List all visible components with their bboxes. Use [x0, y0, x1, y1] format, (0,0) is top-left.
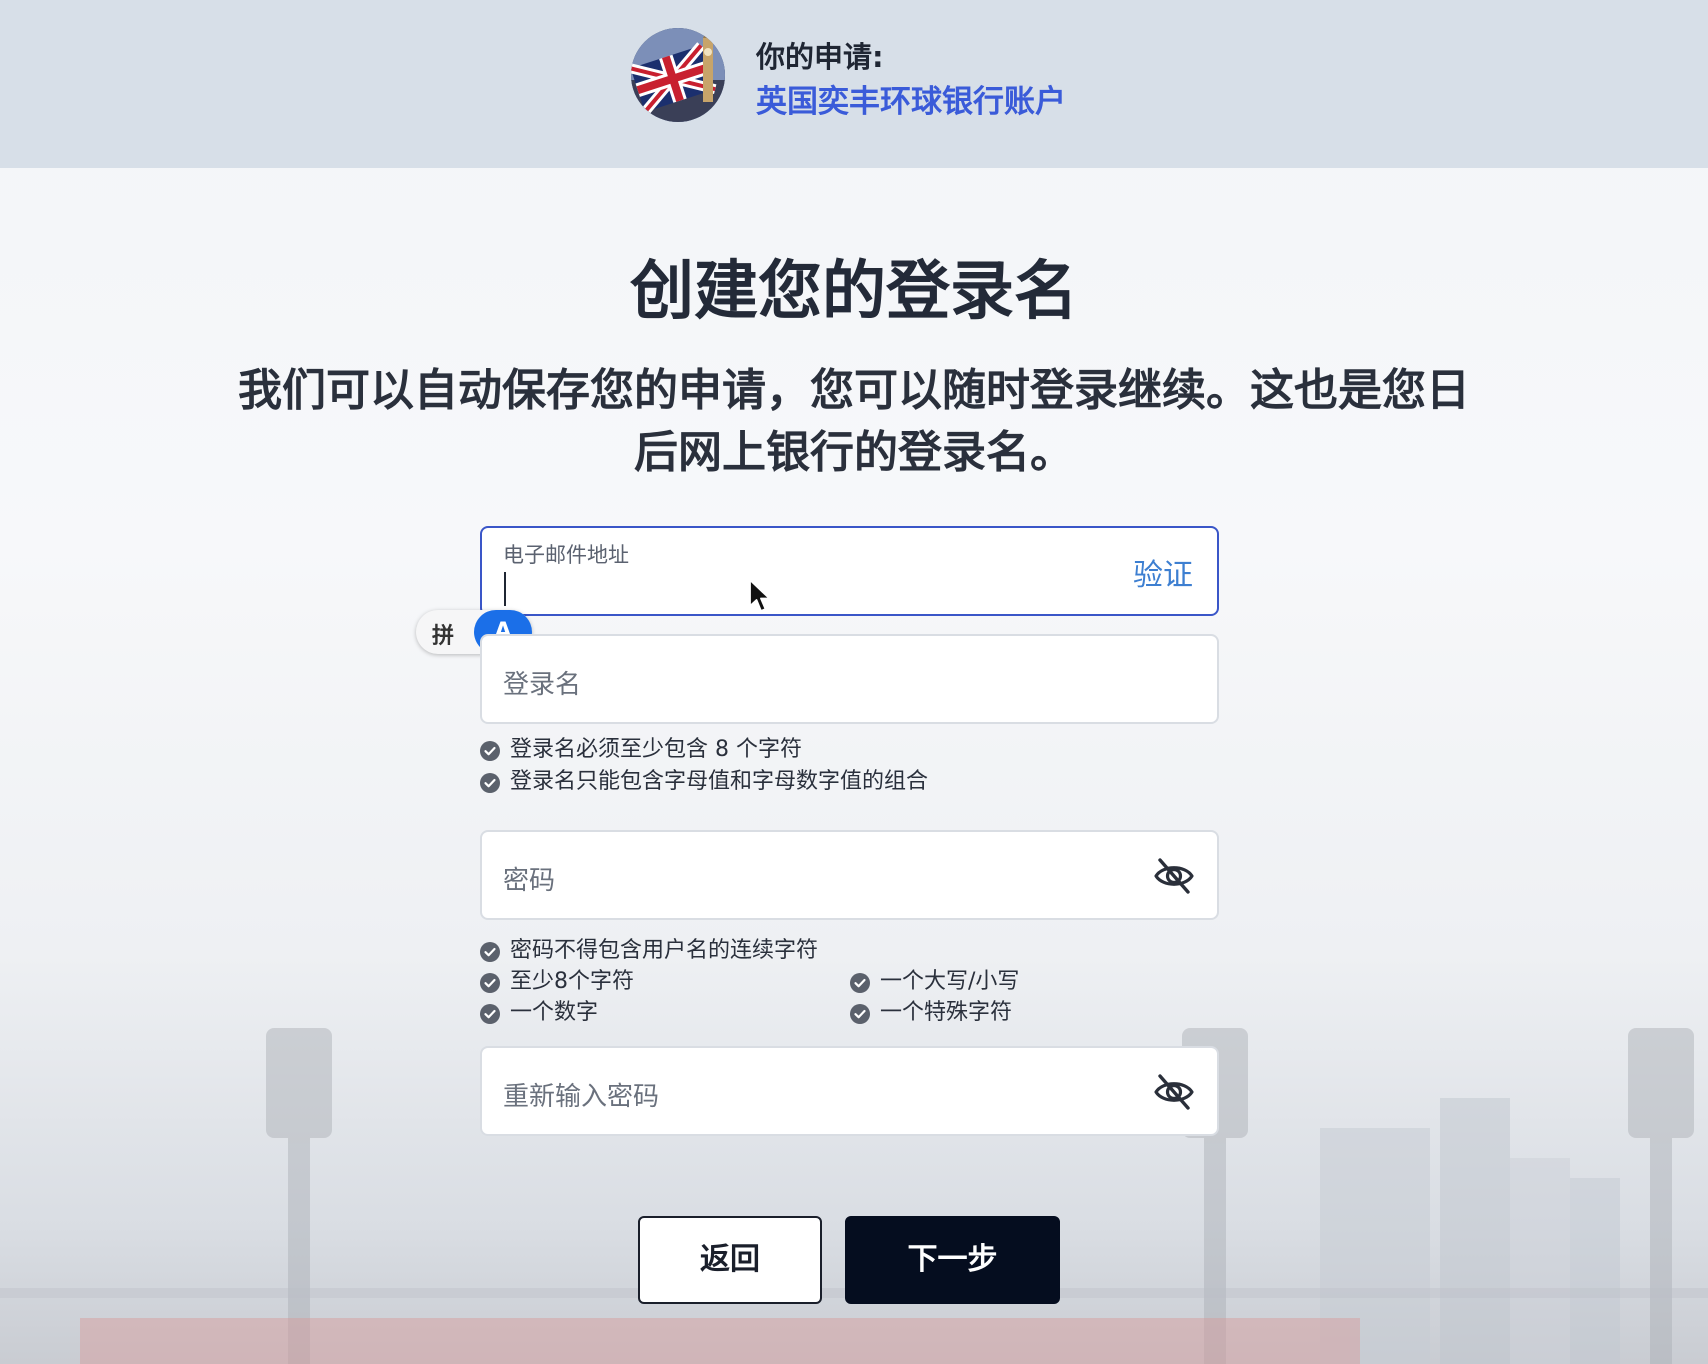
ime-pinyin-label: 拼 [432, 624, 455, 649]
product-name: 英国奕丰环球银行账户 [756, 84, 1066, 120]
password-field[interactable]: 密码 [480, 830, 1219, 920]
check-circle-icon [480, 942, 500, 962]
password-rule-digit: 一个数字 [480, 999, 598, 1027]
rule-text: 一个特殊字符 [880, 1000, 1013, 1025]
rule-text: 登录名必须至少包含 8 个字符 [510, 737, 802, 762]
application-header: 你的申请: 英国奕丰环球银行账户 [0, 0, 1708, 168]
rule-text: 一个数字 [510, 1000, 599, 1025]
verify-link[interactable]: 验证 [1133, 550, 1193, 594]
next-button[interactable]: 下一步 [845, 1216, 1060, 1304]
check-circle-icon [480, 741, 500, 761]
password-rule-min-length: 至少8个字符 [480, 968, 634, 996]
check-circle-icon [850, 1004, 870, 1024]
rule-text: 密码不得包含用户名的连续字符 [510, 938, 819, 963]
eye-slash-icon[interactable] [1153, 1072, 1195, 1112]
login-rule-min-length: 登录名必须至少包含 8 个字符 [480, 736, 802, 764]
confirm-password-field[interactable]: 重新输入密码 [480, 1046, 1219, 1136]
rule-text: 至少8个字符 [510, 969, 634, 994]
password-rule-special-char: 一个特殊字符 [850, 999, 1012, 1027]
back-button[interactable]: 返回 [638, 1216, 822, 1304]
check-circle-icon [480, 973, 500, 993]
check-circle-icon [480, 773, 500, 793]
mouse-pointer-icon [749, 579, 771, 612]
text-caret [504, 572, 506, 606]
page-title: 创建您的登录名 [630, 255, 1078, 329]
subtitle-line-1: 我们可以自动保存您的申请，您可以随时登录继续。这也是您日 [238, 365, 1470, 416]
application-label: 你的申请: [756, 40, 884, 74]
page-subtitle: 我们可以自动保存您的申请，您可以随时登录继续。这也是您日 后网上银行的登录名。 [180, 360, 1528, 484]
confirm-password-placeholder: 重新输入密码 [503, 1082, 660, 1112]
rule-text: 一个大写/小写 [880, 969, 1020, 994]
password-placeholder: 密码 [503, 866, 556, 896]
password-rule-no-username: 密码不得包含用户名的连续字符 [480, 937, 818, 965]
eye-slash-icon[interactable] [1153, 856, 1195, 896]
check-circle-icon [850, 973, 870, 993]
uk-flag-big-ben-icon [631, 28, 725, 122]
login-name-field[interactable]: 登录名 [480, 634, 1219, 724]
check-circle-icon [480, 1004, 500, 1024]
email-field-label: 电子邮件地址 [503, 543, 629, 567]
email-field[interactable]: 电子邮件地址 验证 [480, 526, 1219, 616]
subtitle-line-2: 后网上银行的登录名。 [634, 427, 1074, 478]
background-scenery [0, 1028, 1708, 1364]
password-rule-case: 一个大写/小写 [850, 968, 1019, 996]
login-rule-alphanumeric: 登录名只能包含字母值和字母数字值的组合 [480, 768, 928, 796]
rule-text: 登录名只能包含字母值和字母数字值的组合 [510, 769, 929, 794]
login-name-placeholder: 登录名 [503, 670, 582, 700]
